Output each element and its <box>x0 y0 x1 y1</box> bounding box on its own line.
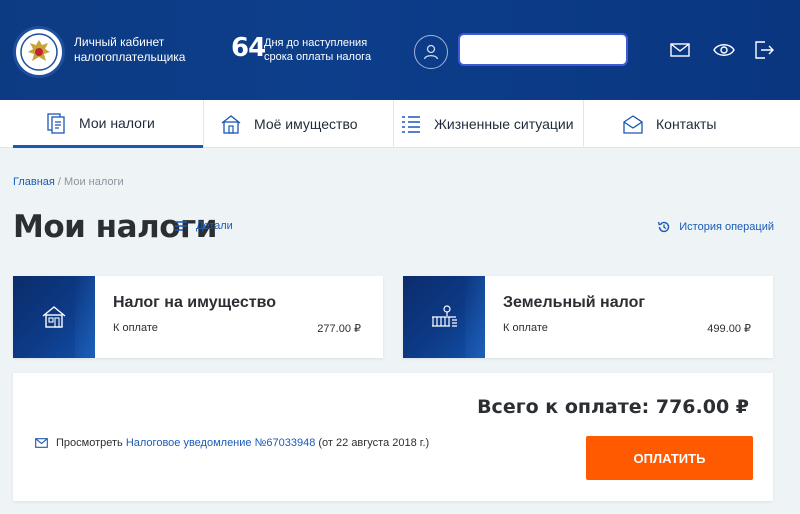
details-label: Детали <box>196 220 233 232</box>
logout-icon[interactable] <box>753 40 775 60</box>
menu-lines-icon <box>175 221 187 231</box>
card-amount: 499.00 ₽ <box>707 323 751 335</box>
breadcrumb-separator: / <box>54 176 65 188</box>
fns-emblem-logo[interactable] <box>13 26 65 78</box>
card-title: Земельный налог <box>503 294 646 311</box>
envelope-icon <box>623 115 643 134</box>
pay-button[interactable]: ОПЛАТИТЬ <box>586 436 753 480</box>
card-amount: 277.00 ₽ <box>317 323 361 335</box>
tab-contacts[interactable]: Контакты <box>622 100 716 148</box>
tab-label: Моё имущество <box>254 116 358 132</box>
days-counter: 64 <box>231 33 266 63</box>
house-icon <box>42 306 66 328</box>
tab-divider <box>583 100 584 148</box>
main-tabs: Мои налоги Моё имущество Жизненные ситуа… <box>0 100 800 148</box>
card-image <box>403 276 485 358</box>
documents-icon <box>47 112 65 134</box>
tab-label: Контакты <box>656 116 717 132</box>
tax-notice: Просмотреть Налоговое уведомление №67033… <box>35 437 429 449</box>
card-label: К оплате <box>503 322 548 334</box>
user-icon <box>423 44 439 60</box>
history-label: История операций <box>679 221 774 233</box>
history-link[interactable]: История операций <box>657 220 774 234</box>
tab-label: Жизненные ситуации <box>434 116 574 132</box>
list-icon <box>402 116 420 133</box>
brand-line2: налогоплательщика <box>74 50 186 64</box>
breadcrumb-current: Мои налоги <box>64 176 124 188</box>
house-icon <box>221 115 241 134</box>
tab-divider <box>393 100 394 148</box>
tax-card-land[interactable]: Земельный налог К оплате 499.00 ₽ <box>403 276 773 358</box>
tab-my-property[interactable]: Моё имущество <box>220 100 358 148</box>
eye-icon[interactable] <box>713 40 735 60</box>
brand-title: Личный кабинет налогоплательщика <box>74 35 204 65</box>
notice-prefix: Просмотреть <box>56 437 123 449</box>
avatar[interactable] <box>414 35 448 69</box>
notice-suffix: (от 22 августа 2018 г.) <box>318 437 430 449</box>
tax-notice-link[interactable]: Налоговое уведомление №67033948 <box>126 437 316 449</box>
envelope-icon <box>35 438 48 448</box>
breadcrumb: Главная / Мои налоги <box>13 176 124 188</box>
tab-my-taxes[interactable]: Мои налоги <box>13 100 203 148</box>
tax-card-property[interactable]: Налог на имущество К оплате 277.00 ₽ <box>13 276 383 358</box>
card-image <box>13 276 95 358</box>
days-line2: срока оплаты налога <box>264 51 372 63</box>
card-label: К оплате <box>113 322 158 334</box>
details-link[interactable]: Детали <box>174 220 233 232</box>
eagle-icon <box>20 33 58 71</box>
days-caption: Дня до наступления срока оплаты налога <box>264 36 394 64</box>
breadcrumb-home-link[interactable]: Главная <box>13 176 55 188</box>
days-line1: Дня до наступления <box>264 37 368 49</box>
tab-divider <box>203 100 204 148</box>
username-field[interactable] <box>458 33 628 66</box>
history-icon <box>658 221 670 233</box>
header: Личный кабинет налогоплательщика 64 Дня … <box>0 0 800 100</box>
total-amount: Всего к оплате: 776.00 ₽ <box>477 396 749 418</box>
card-title: Налог на имущество <box>113 294 276 311</box>
tab-life-situations[interactable]: Жизненные ситуации <box>400 100 574 148</box>
land-icon <box>432 305 457 327</box>
payment-summary: Всего к оплате: 776.00 ₽ Просмотреть Нал… <box>13 373 773 501</box>
brand-line1: Личный кабинет <box>74 35 165 49</box>
tab-label: Мои налоги <box>79 114 155 131</box>
mail-icon[interactable] <box>669 40 691 60</box>
